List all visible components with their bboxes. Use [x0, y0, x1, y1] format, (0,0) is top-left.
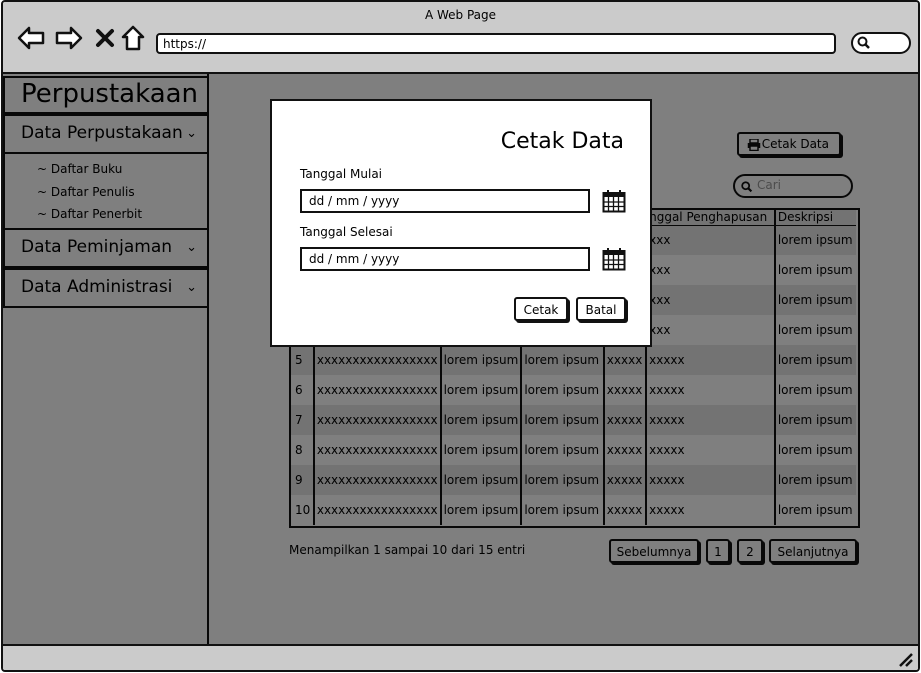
- back-arrow-icon[interactable]: [17, 24, 45, 52]
- print-data-modal: Cetak Data Tanggal Mulai dd / mm / yyyy …: [270, 99, 652, 347]
- status-bar: [3, 644, 918, 670]
- address-bar[interactable]: https://: [156, 33, 836, 54]
- close-icon[interactable]: [91, 24, 119, 52]
- start-date-input[interactable]: dd / mm / yyyy: [300, 189, 590, 213]
- calendar-icon[interactable]: [602, 247, 626, 271]
- forward-arrow-icon[interactable]: [55, 24, 83, 52]
- browser-search-field[interactable]: [851, 32, 911, 54]
- home-icon[interactable]: [119, 24, 147, 52]
- calendar-icon[interactable]: [602, 189, 626, 213]
- search-icon: [857, 36, 870, 49]
- cetak-button[interactable]: Cetak: [514, 297, 568, 321]
- window-title: A Web Page: [424, 8, 497, 22]
- end-date-label: Tanggal Selesai: [300, 225, 393, 239]
- browser-toolbar: A Web Page https://: [3, 2, 918, 74]
- modal-title: Cetak Data: [500, 129, 624, 154]
- end-date-input[interactable]: dd / mm / yyyy: [300, 247, 590, 271]
- start-date-label: Tanggal Mulai: [300, 167, 383, 181]
- resize-grip-icon[interactable]: [896, 650, 914, 668]
- batal-button[interactable]: Batal: [576, 297, 626, 321]
